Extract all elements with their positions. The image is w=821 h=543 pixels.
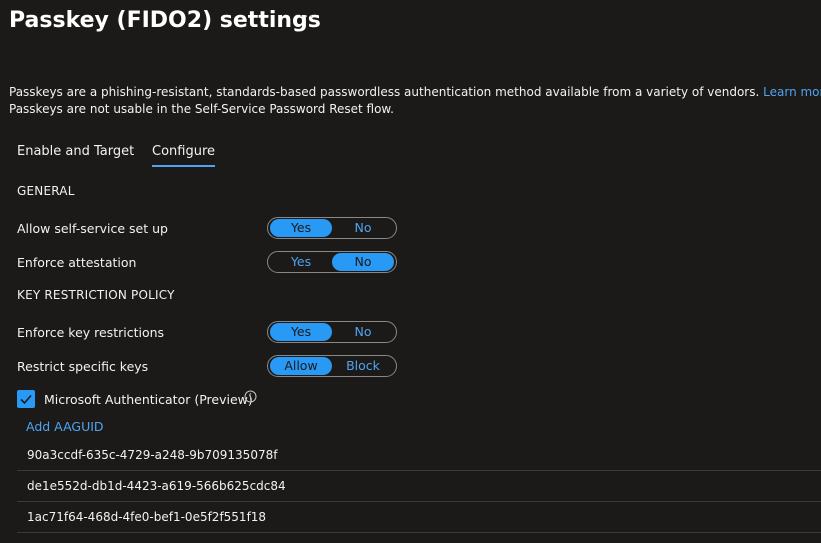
key-restriction-heading: KEY RESTRICTION POLICY xyxy=(17,288,175,302)
restrict-specific-keys-label: Restrict specific keys xyxy=(17,359,149,374)
enforce-key-restrictions-label: Enforce key restrictions xyxy=(17,325,165,340)
passkey-settings-page: Passkey (FIDO2) settings ··· Passkeys ar… xyxy=(0,0,821,543)
microsoft-authenticator-checkbox[interactable] xyxy=(17,390,35,408)
enforce-attestation-no[interactable]: No xyxy=(332,253,394,271)
checkmark-icon xyxy=(20,394,32,405)
add-aaguid-link[interactable]: Add AAGUID xyxy=(26,419,104,434)
allow-self-service-no[interactable]: No xyxy=(332,219,394,237)
allow-self-service-yes[interactable]: Yes xyxy=(270,219,332,237)
restrict-specific-keys-block[interactable]: Block xyxy=(332,357,394,375)
microsoft-authenticator-label: Microsoft Authenticator (Preview) xyxy=(44,392,253,407)
enforce-attestation-label: Enforce attestation xyxy=(17,255,137,270)
description: Passkeys are a phishing-resistant, stand… xyxy=(9,84,821,118)
allow-self-service-label: Allow self-service set up xyxy=(17,221,168,236)
more-options-button[interactable]: ··· xyxy=(299,10,314,25)
enforce-attestation-yes[interactable]: Yes xyxy=(270,253,332,271)
page-title: Passkey (FIDO2) settings xyxy=(9,8,321,33)
aaguid-row[interactable]: 90a3ccdf-635c-4729-a248-9b709135078f xyxy=(17,440,821,471)
description-line-2: Passkeys are not usable in the Self-Serv… xyxy=(9,102,394,116)
tab-configure[interactable]: Configure xyxy=(152,144,216,167)
aaguid-row[interactable]: 1ac71f64-468d-4fe0-bef1-0e5f2f551f18 xyxy=(17,502,821,533)
general-heading: GENERAL xyxy=(17,184,75,198)
allow-self-service-toggle: Yes No xyxy=(267,217,397,239)
description-text: Passkeys are a phishing-resistant, stand… xyxy=(9,85,760,99)
restrict-specific-keys-allow[interactable]: Allow xyxy=(270,357,332,375)
enforce-key-restrictions-yes[interactable]: Yes xyxy=(270,323,332,341)
tab-enable-and-target[interactable]: Enable and Target xyxy=(17,144,134,165)
info-icon[interactable] xyxy=(244,390,257,403)
description-line-1: Passkeys are a phishing-resistant, stand… xyxy=(9,84,821,101)
aaguid-list: 90a3ccdf-635c-4729-a248-9b709135078f de1… xyxy=(17,440,821,533)
restrict-specific-keys-toggle: Allow Block xyxy=(267,355,397,377)
learn-more-link[interactable]: Learn more. xyxy=(763,85,821,99)
enforce-attestation-toggle: Yes No xyxy=(267,251,397,273)
enforce-key-restrictions-no[interactable]: No xyxy=(332,323,394,341)
aaguid-row[interactable]: de1e552d-db1d-4423-a619-566b625cdc84 xyxy=(17,471,821,502)
enforce-key-restrictions-toggle: Yes No xyxy=(267,321,397,343)
